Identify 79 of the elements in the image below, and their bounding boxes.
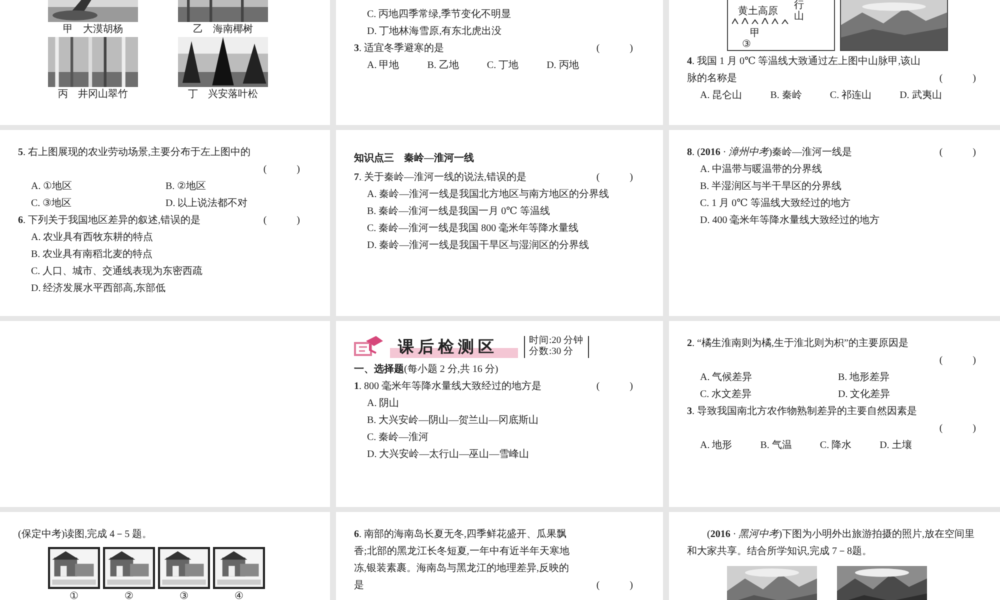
answer-option: C. 1 月 0℃ 等温线大致经过的地方 xyxy=(687,195,976,212)
photo-caption: 乙 海南椰树 xyxy=(193,22,253,37)
answer-option: B. 地形差异 xyxy=(838,369,976,386)
map-label: ③ xyxy=(742,39,751,50)
answer-option: D. 400 毫米年等降水量线大致经过的地方 xyxy=(687,212,976,229)
answer-option: B. 气温 xyxy=(760,437,792,454)
answer-option: A. 秦岭—淮河一线是我国北方地区与南方地区的分界线 xyxy=(354,186,633,203)
answer-blank: ( ) xyxy=(596,380,633,394)
info-text: 时间:20 分钟 xyxy=(529,336,584,346)
stamp-label: ① xyxy=(70,590,78,600)
answer-option: C. 祁连山 xyxy=(830,87,872,104)
photo-caption: 丙 井冈山翠竹 xyxy=(58,88,128,102)
answer-option: A. 气候差异 xyxy=(700,369,838,386)
answer-option: B. 乙地 xyxy=(427,57,459,74)
answer-option: C. 水文差异 xyxy=(700,386,838,403)
answer-option: A. 地形 xyxy=(700,437,732,454)
instruction-text: (2016 · 黑河中考)下图为小明外出旅游拍摄的照片,放在空间里和大家共享。结合所学知识,完成 7－8题。 xyxy=(687,528,976,559)
section-title: 课后检测区 xyxy=(390,336,518,358)
answer-option: D. 经济发展水平西部高,东部低 xyxy=(18,280,300,297)
stamp-label: ④ xyxy=(234,590,244,600)
question-text: 3. 导致我国南北方农作物熟制差异的主要自然因素是 xyxy=(687,404,918,419)
question-text: 8. (2016 · 漳州中考)秦岭—淮河一线是 xyxy=(687,146,854,160)
answer-option: B. ②地区 xyxy=(166,178,300,195)
photo-caption: 丁 兴安落叶松 xyxy=(188,88,258,102)
answer-option: C. 人口、城市、交通线表现为东密西疏 xyxy=(18,263,300,280)
answer-option: D. 丙地 xyxy=(546,57,579,74)
info-text: 分数:30 分 xyxy=(529,347,575,358)
answer-option: A. 农业具有西牧东耕的特点 xyxy=(18,229,300,246)
answer-option: A. 中温带与暖温带的分界线 xyxy=(687,161,976,178)
question-text: 7. 关于秦岭—淮河一线的说法,错误的是 xyxy=(354,170,528,185)
answer-option: C. 秦岭—淮河 xyxy=(354,429,633,446)
section-heading: 知识点三 秦岭—淮河一线 xyxy=(354,152,475,166)
answer-option: D. 文化差异 xyxy=(838,386,976,403)
answer-option: C. 秦岭—淮河一线是我国 800 毫米年等降水量线 xyxy=(354,220,633,237)
answer-option: D. 以上说法都不对 xyxy=(166,195,300,212)
answer-blank: ( ) xyxy=(263,214,300,228)
answer-option: C. 丙地四季常绿,季节变化不明显 xyxy=(354,6,633,23)
answer-blank: ( ) xyxy=(938,354,976,368)
answer-option: D. 丁地林海雪原,有东北虎出没 xyxy=(354,23,633,40)
answer-blank: ( ) xyxy=(596,42,633,56)
answer-option: A. 甲地 xyxy=(367,57,400,74)
answer-option: C. ③地区 xyxy=(31,195,166,212)
answer-blank: ( ) xyxy=(938,422,976,436)
answer-blank: ( ) xyxy=(939,72,976,86)
answer-option: D. 土壤 xyxy=(880,437,912,454)
answer-blank: ( ) xyxy=(262,163,300,177)
answer-option: B. 秦岭—淮河一线是我国一月 0℃ 等温线 xyxy=(354,203,633,220)
answer-option: C. 丁地 xyxy=(486,57,519,74)
question-text: 4. 我国 1 月 0℃ 等温线大致通过左上图中山脉甲,该山脉的名称是 xyxy=(687,54,922,86)
question-text: 5. 右上图展现的农业劳动场景,主要分布于左上图中的 xyxy=(18,146,252,160)
instruction-text: 一、选择题(每小题 2 分,共 16 分) xyxy=(354,362,500,377)
answer-blank: ( ) xyxy=(596,579,633,593)
answer-option: A. ①地区 xyxy=(31,178,166,195)
blank-slide[interactable] xyxy=(0,321,330,507)
answer-option: D. 大兴安岭—太行山—巫山—雪峰山 xyxy=(354,446,633,463)
answer-option: B. 秦岭 xyxy=(770,87,802,104)
stamp-label: ③ xyxy=(180,590,188,600)
answer-option: A. 昆仑山 xyxy=(700,87,742,104)
question-text: 6. 南部的海南岛长夏无冬,四季鲜花盛开、瓜果飘香;北部的黑龙江长冬短夏,一年中有近半年天寒地冻,银装素裹。海南岛与黑龙江的地理差异,反映的是 xyxy=(354,528,570,593)
question-text: 1. 800 毫米年等降水量线大致经过的地方是 xyxy=(354,380,542,394)
answer-option: D. 秦岭—淮河一线是我国干旱区与湿润区的分界线 xyxy=(354,237,633,254)
map-label: 黄土高原 xyxy=(738,6,778,17)
answer-option: B. 农业具有南稻北麦的特点 xyxy=(18,246,300,263)
answer-option: C. 降水 xyxy=(820,437,852,454)
map-label: 行山 xyxy=(794,0,804,22)
question-text: 2. “橘生淮南则为橘,生于淮北则为枳”的主要原因是 xyxy=(687,336,910,351)
answer-option: B. 半湿润区与半干旱区的分界线 xyxy=(687,178,976,195)
graduation-cap-icon xyxy=(354,335,384,359)
stamp-label: ② xyxy=(124,590,134,600)
instruction-text: (保定中考)读图,完成 4－5 题。 xyxy=(18,528,154,542)
map-label: 甲 xyxy=(750,28,760,39)
answer-option: B. 大兴安岭—阴山—贺兰山—冈底斯山 xyxy=(354,412,633,429)
question-text: 6. 下列关于我国地区差异的叙述,错误的是 xyxy=(18,214,202,228)
question-text: 3. 适宜冬季避寒的是 xyxy=(354,42,445,56)
answer-option: D. 武夷山 xyxy=(900,87,942,104)
photo-caption: 甲 大漠胡杨 xyxy=(63,22,123,37)
answer-blank: ( ) xyxy=(939,146,976,160)
answer-option: A. 阴山 xyxy=(354,395,633,412)
answer-blank: ( ) xyxy=(596,171,633,185)
